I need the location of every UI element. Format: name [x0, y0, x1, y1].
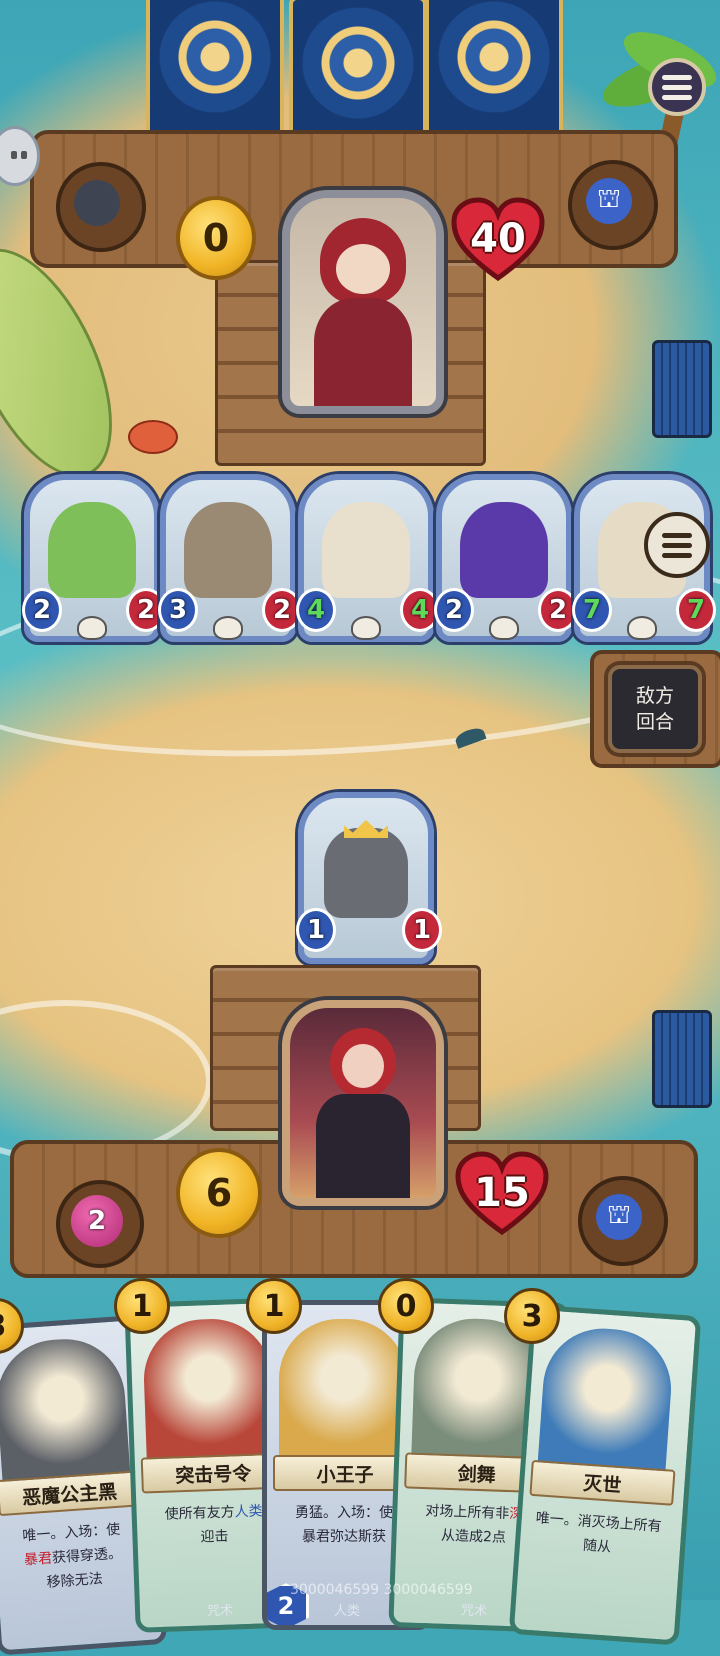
- player-coin-counter: 6: [176, 1148, 262, 1238]
- minion-attack: 4: [296, 588, 336, 632]
- card-cost: 0: [378, 1278, 434, 1334]
- hand-card[interactable]: 灭世 唯一。消灭场上所有随从: [508, 1304, 702, 1646]
- minion-attack: 2: [22, 588, 62, 632]
- player-health-value: 15: [474, 1170, 530, 1216]
- opponent-coins: 0: [202, 216, 230, 260]
- card-desc-text: 移除无法: [46, 1571, 104, 1591]
- card-desc-text: 人类: [234, 1503, 263, 1521]
- minion-art: [460, 502, 548, 598]
- card-cost: 1: [114, 1278, 170, 1334]
- skull-icon: [77, 616, 107, 640]
- end-turn-button[interactable]: 敌方 回合: [608, 665, 702, 753]
- empty-orb-icon: [74, 180, 120, 226]
- opponent-ability-slot[interactable]: [56, 162, 146, 252]
- skull-icon: [627, 616, 657, 640]
- opponent-health-value: 40: [470, 216, 526, 262]
- card-cost: 1: [246, 1278, 302, 1334]
- player-minion[interactable]: 1 1: [296, 792, 442, 964]
- mana-orb: 2: [71, 1195, 123, 1247]
- turn-label-line1: 敌方: [635, 685, 674, 707]
- card-art: [279, 1319, 407, 1467]
- minion-attack: 1: [296, 908, 336, 952]
- card-cost: 3: [504, 1288, 560, 1344]
- skull-icon: [213, 616, 243, 640]
- player-graveyard[interactable]: ⛫: [578, 1176, 668, 1266]
- hero-robe: [314, 298, 412, 406]
- enemy-minion[interactable]: 44: [296, 474, 440, 642]
- player-deck[interactable]: [652, 1010, 712, 1108]
- enemy-minion[interactable]: 32: [158, 474, 302, 642]
- card-desc-text: 从造成2点: [440, 1527, 507, 1546]
- crab: [128, 420, 178, 454]
- opponent-health: 40: [450, 196, 546, 282]
- minion-attack: 3: [158, 588, 198, 632]
- card-desc-text: 使所有友方: [164, 1504, 235, 1523]
- card-desc-text: 唯一。入场：使: [21, 1521, 121, 1545]
- opponent-deck[interactable]: [652, 340, 712, 438]
- player-hero-portrait[interactable]: [282, 1000, 444, 1206]
- card-desc-text: 勇猛。入场：使: [295, 1505, 393, 1521]
- skull-icon: [489, 616, 519, 640]
- minion-health: 1: [402, 908, 442, 952]
- card-desc-text: 暴君弥达斯获: [302, 1529, 386, 1545]
- opponent-hand-card: [146, 0, 284, 138]
- hero-face: [342, 1044, 384, 1088]
- tombstone-icon: ⛫: [596, 1194, 642, 1240]
- player-health: 15: [454, 1150, 550, 1236]
- minion-art: [184, 502, 272, 598]
- minion-art: [324, 828, 408, 918]
- card-art: [141, 1316, 276, 1470]
- tombstone-icon: ⛫: [586, 178, 632, 224]
- card-desc-text: 获得穿透。: [51, 1545, 123, 1567]
- card-desc-text: 迎击: [200, 1528, 229, 1546]
- minion-art: [48, 502, 136, 598]
- enemy-minion[interactable]: 22: [22, 474, 166, 642]
- menu-icon[interactable]: [644, 512, 710, 578]
- opponent-hand-card: [425, 0, 563, 138]
- minion-attack: 7: [572, 588, 612, 632]
- opponent-coin-counter: 0: [176, 196, 256, 280]
- card-description: 唯一。消灭场上所有随从: [529, 1506, 666, 1563]
- opponent-hand-card: [289, 0, 427, 144]
- opponent-hero-portrait[interactable]: [282, 190, 444, 414]
- turn-label-line2: 回合: [635, 711, 674, 733]
- card-art: [0, 1335, 131, 1492]
- watermark: 3000046599 3000046599: [290, 1582, 473, 1598]
- card-desc-text: 唯一。消灭场上所有随从: [535, 1510, 663, 1556]
- player-coins: 6: [205, 1171, 233, 1215]
- opponent-graveyard[interactable]: ⛫: [568, 160, 658, 250]
- minion-art: [322, 502, 410, 598]
- hero-face: [336, 244, 390, 294]
- card-desc-text: 暴君: [23, 1550, 53, 1569]
- player-ability-slot[interactable]: 2: [56, 1180, 144, 1268]
- hero-armor: [316, 1094, 410, 1198]
- menu-icon[interactable]: [648, 58, 706, 116]
- card-desc-text: 对场上所有非: [425, 1503, 510, 1523]
- card-art: [537, 1324, 676, 1482]
- enemy-minion[interactable]: 22: [434, 474, 578, 642]
- skull-icon: [351, 616, 381, 640]
- shore-foam: [0, 1000, 212, 1162]
- minion-attack: 2: [434, 588, 474, 632]
- card-description: 唯一。入场：使暴君获得穿透。移除无法: [4, 1516, 143, 1597]
- minion-health: 7: [676, 588, 716, 632]
